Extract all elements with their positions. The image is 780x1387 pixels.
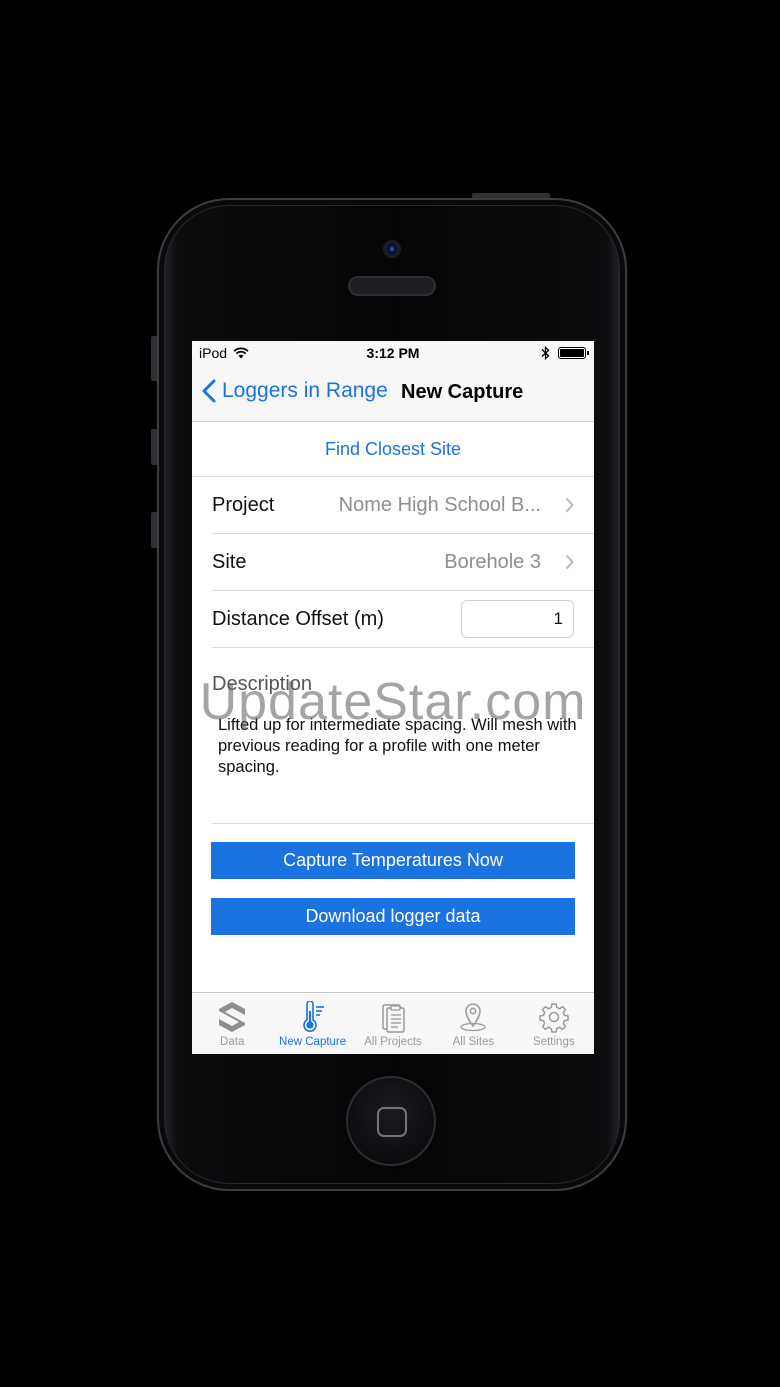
tab-label: Data (220, 1036, 245, 1048)
site-row[interactable]: Site Borehole 3 (212, 534, 594, 591)
logo-s-icon (219, 1002, 246, 1032)
tab-data[interactable]: Data (192, 993, 272, 1054)
download-logger-data-button[interactable]: Download logger data (211, 898, 575, 935)
site-value: Borehole 3 (444, 550, 541, 573)
capture-form: Find Closest Site Project Nome High Scho… (192, 422, 594, 824)
project-label: Project (212, 493, 275, 516)
project-value: Nome High School B... (338, 493, 541, 516)
project-row[interactable]: Project Nome High School B... (212, 477, 594, 534)
bluetooth-icon (541, 346, 550, 360)
tab-all-sites[interactable]: All Sites (433, 993, 513, 1054)
tab-all-projects[interactable]: All Projects (353, 993, 433, 1054)
clipboard-icon (382, 1004, 405, 1033)
back-button-label: Loggers in Range (222, 379, 388, 402)
description-text[interactable]: Lifted up for intermediate spacing. Will… (218, 715, 578, 778)
tab-bar: Data New Capture All Projects All Sites … (192, 992, 594, 1054)
tab-label: Settings (533, 1036, 575, 1048)
gear-icon (539, 1003, 569, 1033)
distance-offset-label: Distance Offset (m) (212, 607, 384, 630)
location-pin-icon (460, 1003, 487, 1032)
tab-new-capture[interactable]: New Capture (272, 993, 352, 1054)
status-right (541, 346, 589, 360)
battery-icon (558, 347, 589, 359)
status-time: 3:12 PM (366, 345, 420, 361)
device-stage: iPod 3:12 PM Loggers in Range New Captur… (0, 0, 780, 1387)
tab-label: All Projects (364, 1036, 422, 1048)
chevron-right-icon (565, 554, 574, 570)
description-label: Description (212, 673, 313, 695)
chevron-right-icon (565, 497, 574, 513)
app-screen: iPod 3:12 PM Loggers in Range New Captur… (192, 341, 594, 1054)
earpiece-speaker (348, 276, 436, 296)
distance-offset-row: Distance Offset (m) (212, 591, 594, 648)
front-camera (383, 240, 401, 258)
home-button[interactable] (346, 1076, 436, 1166)
status-bar: iPod 3:12 PM (192, 341, 594, 365)
tab-label: New Capture (279, 1036, 347, 1048)
thermometer-icon (302, 1001, 324, 1032)
back-button[interactable]: Loggers in Range (202, 379, 388, 403)
home-square-icon (377, 1107, 407, 1137)
capture-temperatures-button[interactable]: Capture Temperatures Now (211, 842, 575, 879)
find-closest-site-button[interactable]: Find Closest Site (192, 422, 594, 477)
site-label: Site (212, 550, 247, 573)
tab-label: All Sites (452, 1036, 495, 1048)
page-title: New Capture (401, 381, 524, 403)
tab-settings[interactable]: Settings (514, 993, 594, 1054)
description-section[interactable]: Description Lifted up for intermediate s… (212, 648, 594, 824)
navigation-bar: Loggers in Range New Capture (192, 365, 594, 422)
chevron-left-icon (202, 379, 216, 403)
distance-offset-input[interactable] (461, 600, 574, 638)
